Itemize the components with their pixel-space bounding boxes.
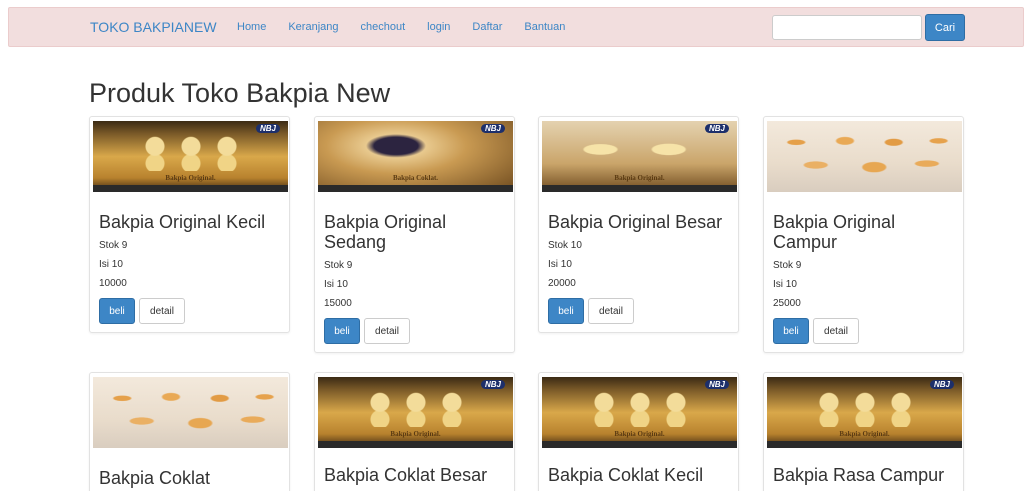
product-name: Bakpia Rasa Campur bbox=[773, 465, 945, 485]
search-input[interactable] bbox=[772, 15, 922, 40]
nav-checkout-link[interactable]: chechout bbox=[361, 21, 406, 33]
product-image[interactable]: NBJ Bakpia Original. bbox=[93, 121, 288, 192]
detail-button[interactable]: detail bbox=[588, 298, 634, 324]
product-stock: Stok 10 bbox=[548, 240, 582, 251]
product-card: NBJ Bakpia Original. Bakpia Original Bes… bbox=[538, 116, 739, 333]
brand-logo: NBJ bbox=[480, 380, 505, 389]
nav-keranjang-link[interactable]: Keranjang bbox=[288, 21, 338, 33]
product-name: Bakpia Coklat Besar bbox=[324, 465, 488, 485]
product-contents: Isi 10 bbox=[773, 279, 797, 290]
buy-button[interactable]: beli bbox=[324, 318, 360, 344]
product-contents: Isi 10 bbox=[324, 279, 348, 290]
product-stock: Stok 9 bbox=[99, 240, 128, 251]
image-caption: Bakpia Original. bbox=[390, 430, 441, 438]
product-name: Bakpia Original Kecil bbox=[99, 212, 266, 232]
nav-daftar-link[interactable]: Daftar bbox=[472, 21, 502, 33]
detail-button[interactable]: detail bbox=[813, 318, 859, 344]
product-price: 20000 bbox=[548, 278, 576, 289]
product-name: Bakpia Original Besar bbox=[548, 212, 723, 232]
product-image[interactable] bbox=[767, 121, 962, 192]
buy-button[interactable]: beli bbox=[548, 298, 584, 324]
product-image[interactable]: NBJ Bakpia Coklat. bbox=[318, 121, 513, 192]
top-navbar: TOKO BAKPIANEW Home Keranjang chechout l… bbox=[8, 7, 1024, 47]
buy-button[interactable]: beli bbox=[773, 318, 809, 344]
nav-login-link[interactable]: login bbox=[427, 21, 450, 33]
image-caption: Bakpia Original. bbox=[165, 174, 216, 182]
product-contents: Isi 10 bbox=[99, 259, 123, 270]
product-card: NBJ Bakpia Original. Bakpia Coklat Besar bbox=[314, 372, 515, 491]
product-price: 15000 bbox=[324, 298, 352, 309]
nav-home-link[interactable]: Home bbox=[237, 21, 266, 33]
product-stock: Stok 9 bbox=[324, 260, 353, 271]
image-caption: Bakpia Original. bbox=[614, 174, 665, 182]
image-caption: Bakpia Original. bbox=[839, 430, 890, 438]
detail-button[interactable]: detail bbox=[364, 318, 410, 344]
product-name: Bakpia Coklat bbox=[99, 468, 211, 488]
product-card: NBJ Bakpia Original. Bakpia Coklat Kecil bbox=[538, 372, 739, 491]
product-contents: Isi 10 bbox=[548, 259, 572, 270]
nav-links: Home Keranjang chechout login Daftar Ban… bbox=[237, 21, 587, 33]
brand-link[interactable]: TOKO BAKPIANEW bbox=[90, 19, 217, 35]
image-caption: Bakpia Coklat. bbox=[392, 174, 439, 182]
product-stock: Stok 9 bbox=[773, 260, 802, 271]
detail-button[interactable]: detail bbox=[139, 298, 185, 324]
product-card: Bakpia Original Campur Stok 9 Isi 10 250… bbox=[763, 116, 964, 353]
nav-bantuan-link[interactable]: Bantuan bbox=[524, 21, 565, 33]
product-card: Bakpia Coklat bbox=[89, 372, 290, 491]
product-name: Bakpia Coklat Kecil bbox=[548, 465, 704, 485]
product-image[interactable]: NBJ Bakpia Original. bbox=[318, 377, 513, 448]
product-card: NBJ Bakpia Coklat. Bakpia Original Sedan… bbox=[314, 116, 515, 353]
brand-logo: NBJ bbox=[255, 124, 280, 133]
image-caption: Bakpia Original. bbox=[614, 430, 665, 438]
product-price: 10000 bbox=[99, 278, 127, 289]
product-name: Bakpia Original Sedang bbox=[324, 212, 447, 252]
product-image[interactable] bbox=[93, 377, 288, 448]
product-image[interactable]: NBJ Bakpia Original. bbox=[542, 121, 737, 192]
brand-logo: NBJ bbox=[480, 124, 505, 133]
brand-logo: NBJ bbox=[704, 380, 729, 389]
brand-logo: NBJ bbox=[704, 124, 729, 133]
product-name: Bakpia Original Campur bbox=[773, 212, 896, 252]
product-card: NBJ Bakpia Original. Bakpia Original Kec… bbox=[89, 116, 290, 333]
product-image[interactable]: NBJ Bakpia Original. bbox=[767, 377, 962, 448]
brand-logo: NBJ bbox=[929, 380, 954, 389]
page-title: Produk Toko Bakpia New bbox=[89, 78, 391, 108]
product-card: NBJ Bakpia Original. Bakpia Rasa Campur bbox=[763, 372, 964, 491]
product-price: 25000 bbox=[773, 298, 801, 309]
product-image[interactable]: NBJ Bakpia Original. bbox=[542, 377, 737, 448]
buy-button[interactable]: beli bbox=[99, 298, 135, 324]
search-button[interactable]: Cari bbox=[925, 14, 965, 41]
